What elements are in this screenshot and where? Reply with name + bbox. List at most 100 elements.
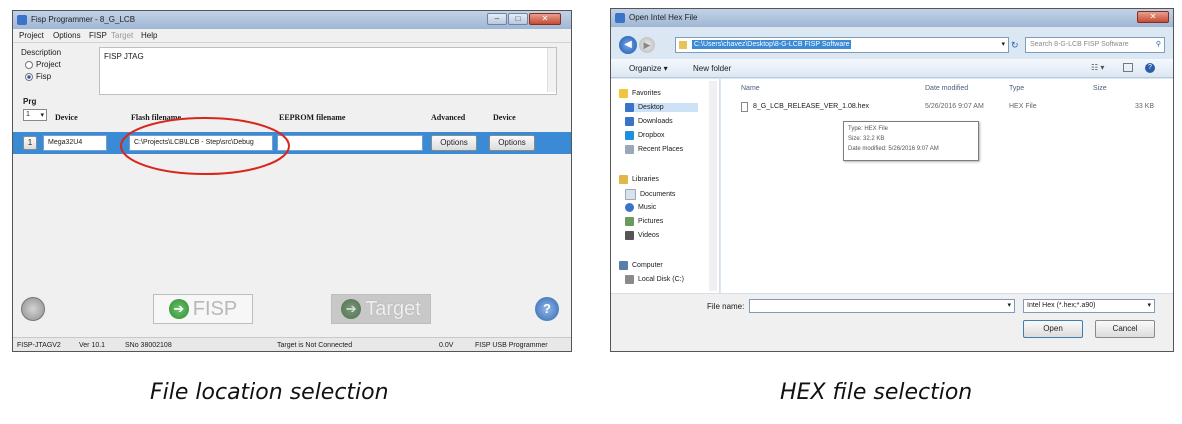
fisp-button[interactable]: ➔ FISP <box>153 294 253 324</box>
nav-local-disk[interactable]: Local Disk (C:) <box>625 275 684 284</box>
prg-select[interactable]: 1 ▾ <box>23 109 47 121</box>
organize-button[interactable]: Organize ▾ <box>629 64 668 73</box>
star-icon <box>619 89 628 98</box>
status-version: Ver 10.1 <box>79 342 106 349</box>
file-type-select[interactable]: Intel Hex (*.hex;*.a90) ▾ <box>1023 299 1155 313</box>
folder-icon <box>679 41 687 49</box>
menu-target[interactable]: Target <box>111 31 133 40</box>
nav-scrollbar[interactable] <box>709 81 717 291</box>
fisp-programmer-window: Fisp Programmer - 8_G_LCB – □ ✕ Project … <box>12 10 572 352</box>
tooltip-date: Date modified: 5/26/2016 9:07 AM <box>848 146 939 152</box>
nav-documents[interactable]: Documents <box>625 189 675 200</box>
menu-options[interactable]: Options <box>53 31 81 40</box>
column-date-modified[interactable]: Date modified <box>925 85 968 92</box>
help-icon[interactable]: ? <box>1145 63 1155 73</box>
file-size: 33 KB <box>1135 103 1155 110</box>
nav-downloads[interactable]: Downloads <box>625 117 673 126</box>
nav-recent-places[interactable]: Recent Places <box>625 145 683 154</box>
file-list: Name Date modified Type Size 8_G_LCB_REL… <box>721 79 1173 293</box>
header-advanced: Advanced <box>431 113 466 122</box>
forward-arrow-icon[interactable]: ▶ <box>639 37 655 53</box>
nav-videos[interactable]: Videos <box>625 231 659 240</box>
nav-favorites[interactable]: Favorites <box>619 89 661 98</box>
radio-fisp-label: Fisp <box>36 72 52 81</box>
menu-project[interactable]: Project <box>19 31 44 40</box>
refresh-icon[interactable]: ↻ <box>1011 40 1019 51</box>
status-bar: FISP-JTAGV2 Ver 10.1 SNo 38002108 Target… <box>13 337 571 351</box>
settings-gear-icon[interactable] <box>21 297 45 321</box>
advanced-options-button[interactable]: Options <box>431 135 477 151</box>
disk-icon <box>625 275 634 284</box>
prg-label: Prg <box>23 97 37 106</box>
prg-select-value: 1 <box>26 111 30 118</box>
address-path: C:\Users\chavez\Desktop\8-G-LCB FISP Sof… <box>692 40 852 49</box>
file-icon <box>741 102 748 112</box>
command-bar: Organize ▾ New folder ☷ ▾ ? <box>611 59 1173 78</box>
address-bar[interactable]: C:\Users\chavez\Desktop\8-G-LCB FISP Sof… <box>675 37 1009 53</box>
maximize-icon[interactable]: □ <box>508 13 528 25</box>
nav-music[interactable]: Music <box>625 203 656 212</box>
status-voltage: 0.0V <box>439 342 454 349</box>
cancel-button[interactable]: Cancel <box>1095 320 1155 338</box>
nav-pictures[interactable]: Pictures <box>625 217 663 226</box>
music-icon <box>625 203 634 212</box>
column-name[interactable]: Name <box>741 85 760 92</box>
videos-icon <box>625 231 634 240</box>
eeprom-filename-field[interactable] <box>277 135 423 151</box>
preview-pane-icon[interactable] <box>1123 63 1133 72</box>
back-arrow-icon[interactable]: ◀ <box>619 36 637 54</box>
device-field[interactable]: Mega32U4 <box>43 135 107 151</box>
recent-places-icon <box>625 145 634 154</box>
nav-computer[interactable]: Computer <box>619 261 663 270</box>
open-button[interactable]: Open <box>1023 320 1083 338</box>
fisp-button-label: FISP <box>192 297 238 320</box>
status-programmer: FISP-JTAGV2 <box>17 342 61 349</box>
app-icon <box>17 15 27 25</box>
row-index-button[interactable]: 1 <box>23 136 37 150</box>
status-device-name: FISP USB Programmer <box>475 342 548 349</box>
title-bar[interactable]: Fisp Programmer - 8_G_LCB – □ ✕ <box>13 11 571 29</box>
chevron-down-icon[interactable]: ▾ <box>1007 301 1011 309</box>
scrollbar[interactable] <box>547 48 556 92</box>
navigation-pane: Favorites Desktop Downloads Dropbox Rece… <box>611 79 720 293</box>
file-name-label: File name: <box>707 302 745 311</box>
close-icon[interactable]: ✕ <box>529 13 561 25</box>
file-type-value: Intel Hex (*.hex;*.a90) <box>1027 302 1096 309</box>
dialog-footer: File name: ▾ Intel Hex (*.hex;*.a90) ▾ O… <box>611 293 1173 351</box>
search-input[interactable]: Search 8-G-LCB FISP Software ⚲ <box>1025 37 1165 53</box>
open-hex-file-dialog: Open Intel Hex File ✕ ◀ ▶ C:\Users\chave… <box>610 8 1174 352</box>
help-question-icon[interactable]: ? <box>535 297 559 321</box>
header-device-options: Device <box>493 113 516 122</box>
app-icon <box>615 13 625 23</box>
minimize-icon[interactable]: – <box>487 13 507 25</box>
device-options-button[interactable]: Options <box>489 135 535 151</box>
close-icon[interactable]: ✕ <box>1137 11 1169 23</box>
file-date: 5/26/2016 9:07 AM <box>925 103 984 110</box>
file-name-input[interactable]: ▾ <box>749 299 1015 313</box>
caption-file-location: File location selection <box>150 380 389 405</box>
nav-dropbox[interactable]: Dropbox <box>625 131 664 140</box>
computer-icon <box>619 261 628 270</box>
new-folder-button[interactable]: New folder <box>693 64 731 73</box>
menu-fisp[interactable]: FISP <box>89 31 107 40</box>
view-options-icon[interactable]: ☷ ▾ <box>1091 63 1104 72</box>
radio-project[interactable]: Project <box>25 60 61 69</box>
description-textbox[interactable]: FISP JTAG <box>99 47 557 95</box>
status-serial: SNo 38002108 <box>125 342 172 349</box>
file-name: 8_G_LCB_RELEASE_VER_1.08.hex <box>753 103 869 110</box>
file-row[interactable]: 8_G_LCB_RELEASE_VER_1.08.hex 5/26/2016 9… <box>739 101 1159 115</box>
nav-desktop[interactable]: Desktop <box>625 103 698 112</box>
pictures-icon <box>625 217 634 226</box>
radio-fisp[interactable]: Fisp <box>25 72 51 81</box>
target-button[interactable]: ➔ Target <box>331 294 431 324</box>
column-type[interactable]: Type <box>1009 85 1024 92</box>
chevron-down-icon[interactable]: ▾ <box>1001 40 1005 48</box>
target-button-label: Target <box>365 297 421 320</box>
tooltip-size: Size: 32.2 KB <box>848 136 885 142</box>
column-size[interactable]: Size <box>1093 85 1107 92</box>
desktop-icon <box>625 103 634 112</box>
title-bar[interactable]: Open Intel Hex File ✕ <box>611 9 1173 27</box>
file-tooltip: Type: HEX File Size: 32.2 KB Date modifi… <box>843 121 979 161</box>
nav-libraries[interactable]: Libraries <box>619 175 659 184</box>
menu-help[interactable]: Help <box>141 31 157 40</box>
